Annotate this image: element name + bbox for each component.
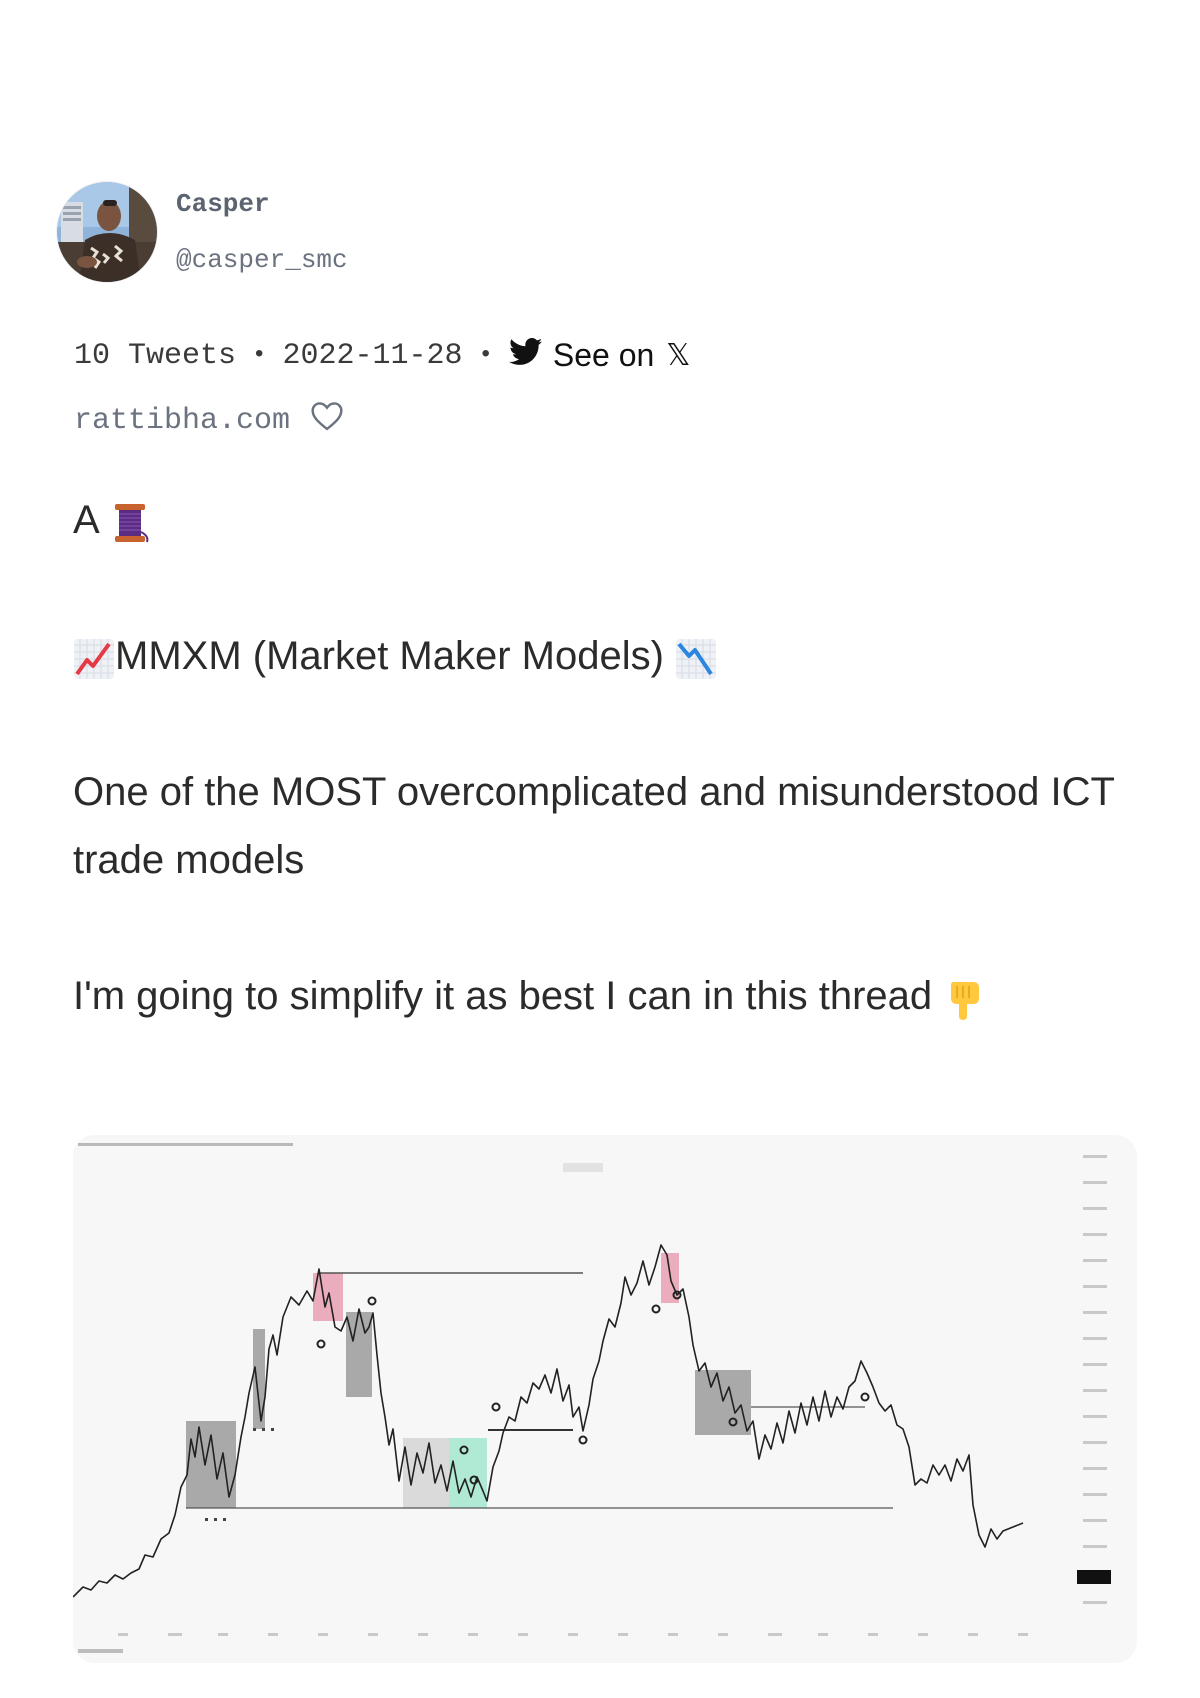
heart-outline-icon[interactable] (310, 401, 344, 441)
twitter-bird-icon (508, 337, 543, 374)
pointing-down-emoji-icon (943, 973, 985, 1021)
tweet-line-3: One of the MOST overcomplicated and misu… (73, 770, 1115, 882)
source-row: rattibha.com (74, 401, 344, 441)
thread-spool-emoji-icon (109, 497, 151, 543)
tweet-line-2: MMXM (Market Maker Models) (73, 622, 1153, 690)
separator-dot: • (478, 342, 493, 369)
tweet-text-a: A (73, 498, 98, 542)
avatar[interactable] (57, 182, 157, 282)
tweet-text-mmxm: MMXM (Market Maker Models) (115, 634, 664, 678)
tweet-body: A MMXM (Market Maker Models) One of the … (73, 486, 1153, 1030)
chart-increasing-emoji-icon (73, 633, 115, 680)
author-display-name[interactable]: Casper (176, 189, 348, 219)
thread-meta: 10 Tweets • 2022-11-28 • See on 𝕏 (74, 337, 690, 374)
author-handle[interactable]: @casper_smc (176, 245, 348, 275)
see-on-label: See on (552, 337, 655, 373)
price-chart-graphic (73, 1135, 1137, 1663)
x-logo-icon: 𝕏 (666, 338, 691, 373)
tweet-line-4: I'm going to simplify it as best I can i… (73, 962, 1153, 1030)
tweet-text-simplify: I'm going to simplify it as best I can i… (73, 974, 933, 1018)
chart-image[interactable] (73, 1135, 1137, 1663)
tweet-count: 10 Tweets (74, 338, 237, 373)
tweet-line-1: A (73, 486, 1153, 554)
profile-photo-icon (57, 182, 157, 282)
chart-decreasing-emoji-icon (675, 633, 717, 680)
thread-date: 2022-11-28 (282, 338, 463, 373)
source-site-link[interactable]: rattibha.com (74, 404, 290, 438)
see-on-x-link[interactable]: See on 𝕏 (508, 337, 691, 374)
separator-dot: • (252, 342, 267, 369)
author-header: Casper @casper_smc (57, 182, 348, 282)
